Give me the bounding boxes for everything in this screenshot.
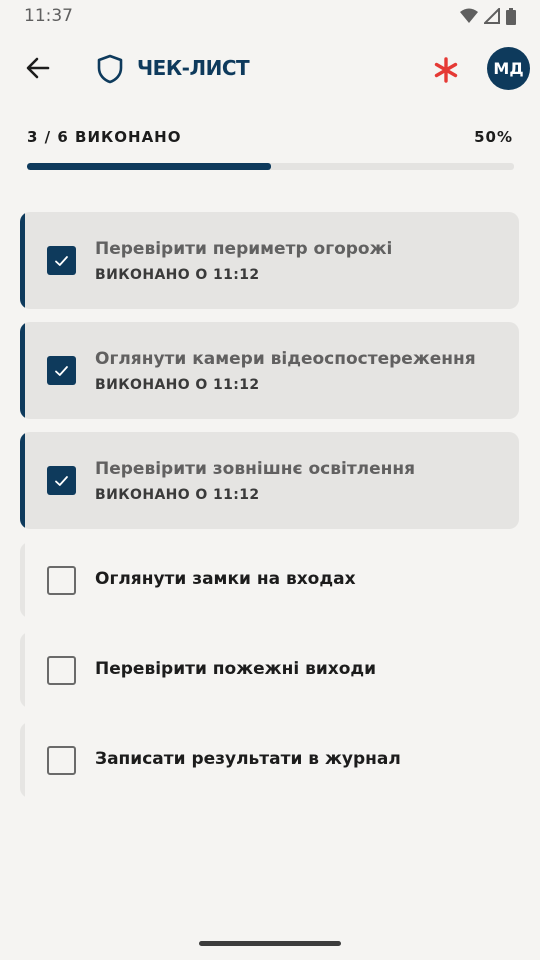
checklist-item[interactable]: Оглянути камери відеоспостереження ВИКОН…	[20, 322, 519, 419]
item-title: Оглянути замки на входах	[95, 569, 356, 589]
item-checkbox[interactable]	[47, 246, 76, 275]
checklist: Перевірити периметр огорожі ВИКОНАНО О 1…	[20, 212, 519, 812]
home-indicator[interactable]	[199, 941, 341, 946]
item-title: Перевірити зовнішнє освітлення	[95, 459, 416, 479]
check-icon	[55, 255, 68, 266]
item-checkbox[interactable]	[47, 656, 76, 685]
status-bar: 11:37	[0, 0, 540, 32]
item-title: Оглянути камери відеоспостереження	[95, 349, 476, 369]
arrow-left-icon	[26, 57, 50, 79]
item-checkbox[interactable]	[47, 566, 76, 595]
item-title: Записати результати в журнал	[95, 749, 401, 769]
asterisk-icon	[434, 57, 458, 83]
shield-icon	[97, 54, 123, 84]
progress-fill	[27, 163, 271, 170]
item-completed-time: ВИКОНАНО О 11:12	[95, 267, 260, 283]
status-time: 11:37	[24, 6, 73, 26]
item-completed-time: ВИКОНАНО О 11:12	[95, 487, 260, 503]
app-bar: ЧЕК-ЛИСТ МД	[0, 32, 540, 104]
item-accent	[20, 212, 25, 309]
status-icons	[460, 7, 516, 25]
item-accent	[20, 432, 25, 529]
progress-bar	[27, 163, 514, 170]
checklist-item[interactable]: Оглянути замки на входах	[20, 542, 519, 618]
checklist-item[interactable]: Перевірити зовнішнє освітлення ВИКОНАНО …	[20, 432, 519, 529]
item-accent	[20, 322, 25, 419]
checklist-item[interactable]: Записати результати в журнал	[20, 722, 519, 798]
progress-percent: 50%	[474, 128, 513, 146]
wifi-icon	[460, 8, 478, 23]
progress-label: 3 / 6 ВИКОНАНО	[27, 128, 182, 146]
avatar[interactable]: МД	[487, 47, 530, 90]
back-button[interactable]	[20, 48, 56, 88]
check-icon	[55, 475, 68, 486]
item-checkbox[interactable]	[47, 466, 76, 495]
item-accent	[20, 632, 25, 708]
asterisk-button[interactable]	[428, 52, 464, 88]
item-accent	[20, 542, 25, 618]
checklist-item[interactable]: Перевірити пожежні виходи	[20, 632, 519, 708]
signal-icon	[484, 8, 500, 24]
item-checkbox[interactable]	[47, 746, 76, 775]
progress-section: 3 / 6 ВИКОНАНО 50%	[0, 104, 540, 184]
item-accent	[20, 722, 25, 798]
check-icon	[55, 365, 68, 376]
item-completed-time: ВИКОНАНО О 11:12	[95, 377, 260, 393]
checklist-item[interactable]: Перевірити периметр огорожі ВИКОНАНО О 1…	[20, 212, 519, 309]
battery-icon	[506, 7, 516, 25]
item-title: Перевірити пожежні виходи	[95, 659, 377, 679]
item-title: Перевірити периметр огорожі	[95, 239, 393, 259]
page-title: ЧЕК-ЛИСТ	[137, 56, 250, 80]
item-checkbox[interactable]	[47, 356, 76, 385]
